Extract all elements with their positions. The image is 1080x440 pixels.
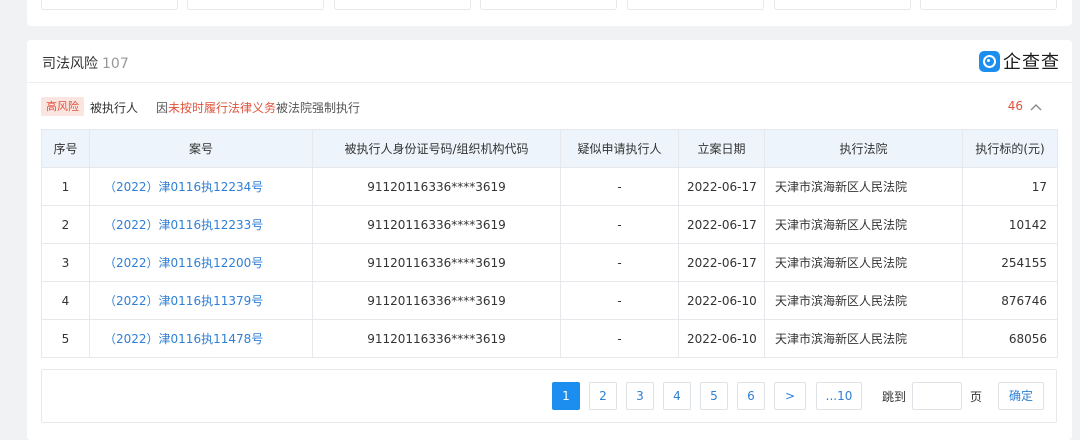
risk-level-badge: 高风险 — [41, 97, 84, 116]
section-title: 司法风险 107 — [42, 53, 129, 73]
jump-label: 跳到 — [882, 390, 907, 404]
prev-cell — [920, 0, 1057, 10]
col-header: 疑似申请执行人 — [560, 129, 679, 168]
row-number: 2 — [41, 205, 90, 244]
col-header: 执行法院 — [764, 129, 963, 168]
page-button-1[interactable]: 1 — [552, 382, 580, 410]
col-header: 案号 — [89, 129, 313, 168]
filing-date: 2022-06-10 — [678, 281, 765, 320]
applicant: - — [560, 243, 679, 282]
id-code: 91120116336****3619 — [312, 205, 561, 244]
amount: 17 — [962, 167, 1058, 206]
row-number: 3 — [41, 243, 90, 282]
prev-cell — [187, 0, 324, 10]
prev-cell — [41, 0, 178, 10]
applicant: - — [560, 319, 679, 358]
previous-card-bottom — [27, 0, 1072, 26]
id-code: 91120116336****3619 — [312, 281, 561, 320]
court: 天津市滨海新区人民法院 — [764, 167, 963, 206]
applicant: - — [560, 205, 679, 244]
case-number-link[interactable]: （2022）津0116执12233号 — [89, 205, 313, 244]
page-button-2[interactable]: 2 — [589, 382, 617, 410]
case-number-link[interactable]: （2022）津0116执12200号 — [89, 243, 313, 282]
filing-date: 2022-06-10 — [678, 319, 765, 358]
confirm-button[interactable]: 确定 — [998, 382, 1044, 410]
section-title-text: 司法风险 — [42, 56, 98, 72]
applicant: - — [560, 281, 679, 320]
row-number: 5 — [41, 319, 90, 358]
qichacha-logo: 企查查 — [979, 50, 1060, 73]
qichacha-logo-icon — [979, 50, 1000, 72]
amount: 10142 — [962, 205, 1058, 244]
page-button-6[interactable]: 6 — [737, 382, 765, 410]
last-page-button[interactable]: ...10 — [816, 382, 862, 410]
col-header: 立案日期 — [678, 129, 765, 168]
section-count: 107 — [102, 56, 129, 72]
prev-cell — [627, 0, 764, 10]
case-number-link[interactable]: （2022）津0116执11379号 — [89, 281, 313, 320]
pagination: 1 2 3 4 5 6 > ...10 跳到 页 确定 — [41, 369, 1057, 423]
risk-desc-highlight: 未按时履行法律义务 — [168, 101, 277, 115]
judicial-risk-card: 司法风险 107 企查查 高风险 被执行人 因未按时履行法律义务被法院强制执行 4… — [27, 40, 1072, 440]
table-row: 4 （2022）津0116执11379号 91120116336****3619… — [41, 281, 1058, 320]
prev-cell — [480, 0, 617, 10]
filing-date: 2022-06-17 — [678, 167, 765, 206]
jump-page-input[interactable] — [912, 382, 962, 410]
court: 天津市滨海新区人民法院 — [764, 243, 963, 282]
logo-text: 企查查 — [1003, 52, 1060, 73]
court: 天津市滨海新区人民法院 — [764, 281, 963, 320]
next-page-button[interactable]: > — [774, 382, 806, 410]
risk-desc-prefix: 因 — [156, 101, 169, 115]
prev-cell — [334, 0, 471, 10]
table-row: 2 （2022）津0116执12233号 91120116336****3619… — [41, 205, 1058, 244]
page-button-4[interactable]: 4 — [663, 382, 691, 410]
page-button-5[interactable]: 5 — [700, 382, 728, 410]
page-unit-label: 页 — [970, 390, 983, 404]
amount: 876746 — [962, 281, 1058, 320]
risk-summary-row[interactable]: 高风险 被执行人 因未按时履行法律义务被法院强制执行 46 — [41, 96, 1061, 118]
id-code: 91120116336****3619 — [312, 243, 561, 282]
divider — [27, 82, 1072, 83]
case-number-link[interactable]: （2022）津0116执12234号 — [89, 167, 313, 206]
case-number-link[interactable]: （2022）津0116执11478号 — [89, 319, 313, 358]
court: 天津市滨海新区人民法院 — [764, 319, 963, 358]
applicant: - — [560, 167, 679, 206]
prev-cell — [774, 0, 911, 10]
page-button-3[interactable]: 3 — [626, 382, 654, 410]
col-header: 序号 — [41, 129, 90, 168]
court: 天津市滨海新区人民法院 — [764, 205, 963, 244]
amount: 68056 — [962, 319, 1058, 358]
risk-count: 46 — [1007, 99, 1023, 113]
col-header: 被执行人身份证号码/组织机构代码 — [312, 129, 561, 168]
filing-date: 2022-06-17 — [678, 205, 765, 244]
amount: 254155 — [962, 243, 1058, 282]
table-row: 3 （2022）津0116执12200号 91120116336****3619… — [41, 243, 1058, 282]
filing-date: 2022-06-17 — [678, 243, 765, 282]
enforcement-table: 序号 案号 被执行人身份证号码/组织机构代码 疑似申请执行人 立案日期 执行法院… — [41, 129, 1058, 358]
id-code: 91120116336****3619 — [312, 167, 561, 206]
risk-desc-suffix: 被法院强制执行 — [276, 101, 361, 115]
chevron-up-icon[interactable] — [1029, 100, 1043, 114]
row-number: 1 — [41, 167, 90, 206]
risk-description: 因未按时履行法律义务被法院强制执行 — [156, 99, 360, 116]
col-header: 执行标的(元) — [962, 129, 1058, 168]
table-row: 1 （2022）津0116执12234号 91120116336****3619… — [41, 167, 1058, 206]
row-number: 4 — [41, 281, 90, 320]
id-code: 91120116336****3619 — [312, 319, 561, 358]
table-row: 5 （2022）津0116执11478号 91120116336****3619… — [41, 319, 1058, 358]
table-header-row: 序号 案号 被执行人身份证号码/组织机构代码 疑似申请执行人 立案日期 执行法院… — [41, 129, 1058, 168]
risk-type-label: 被执行人 — [90, 101, 139, 115]
